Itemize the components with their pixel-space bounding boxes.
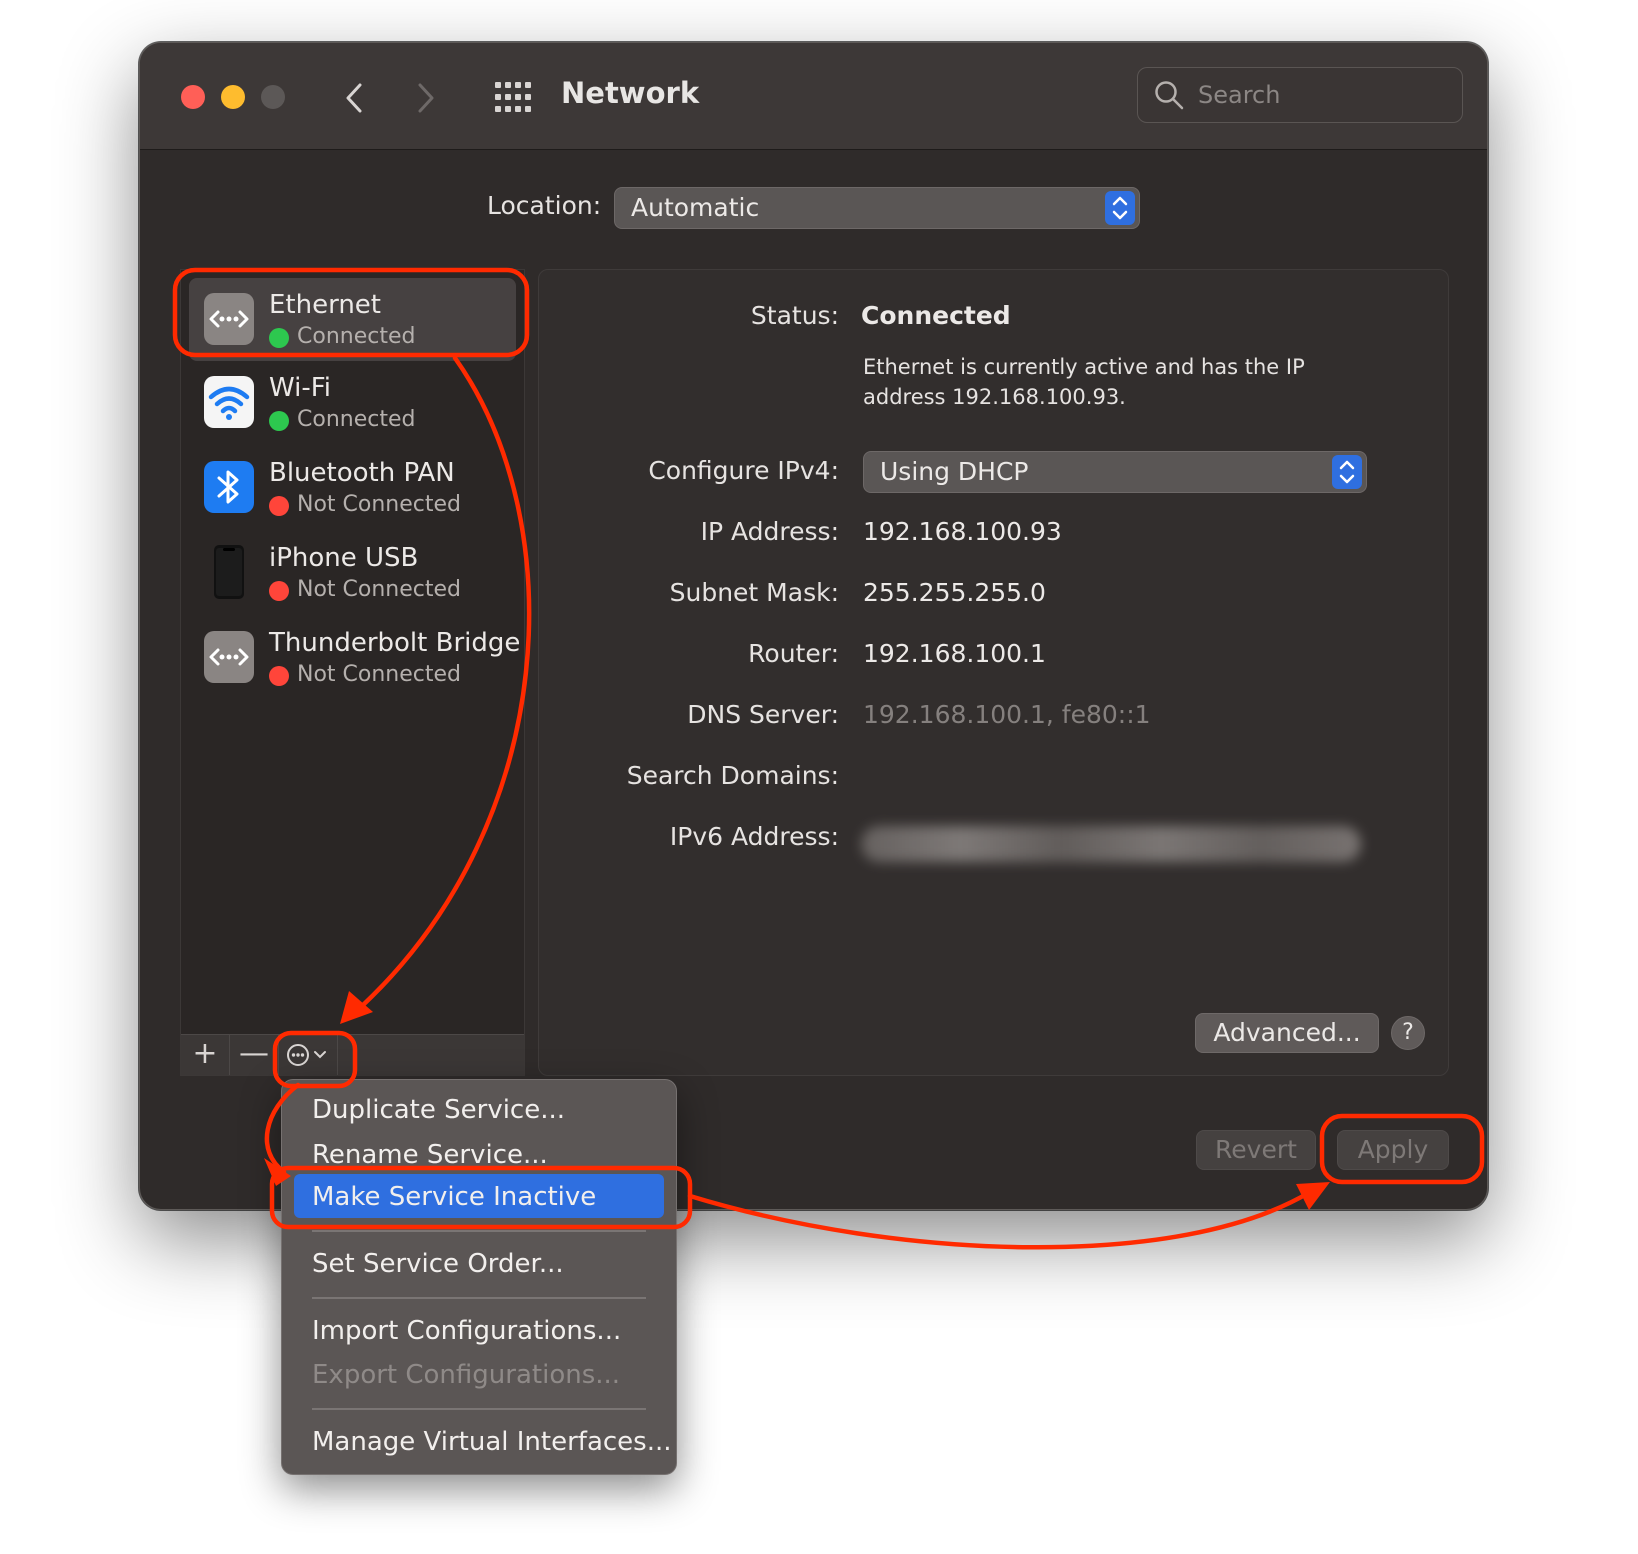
zoom-button[interactable] [261,85,285,109]
menu-separator [312,1230,646,1232]
back-chevron-icon[interactable] [340,81,370,115]
status-label: Status: [750,301,839,330]
service-item-wifi[interactable]: Wi-Fi Connected [181,361,524,444]
iphone-icon [214,545,244,599]
status-dot [269,581,289,601]
status-dot [269,328,289,348]
network-preferences-window: Network Search Location: Automatic Ether… [139,42,1488,1210]
configure-ipv4-popup[interactable]: Using DHCP [863,451,1367,493]
status-description: Ethernet is currently active and has the… [863,355,1305,409]
ip-address-label: IP Address: [700,517,839,546]
search-field[interactable]: Search [1137,67,1463,123]
service-item-ethernet[interactable]: Ethernet Connected [189,278,516,361]
remove-service-button[interactable]: — [230,1035,279,1075]
service-item-thunderbolt-bridge[interactable]: Thunderbolt Bridge Not Connected [181,616,524,699]
menu-item-manage-virtual-interfaces[interactable]: Manage Virtual Interfaces... [312,1427,672,1457]
ellipsis-circle-icon [287,1044,326,1066]
service-name: Bluetooth PAN [269,458,455,488]
service-list: Ethernet Connected Wi-Fi Connected Bluet… [180,269,525,1076]
menu-item-duplicate-service[interactable]: Duplicate Service... [312,1095,565,1125]
titlebar: Network Search [140,43,1487,150]
subnet-mask-value: 255.255.255.0 [863,578,1046,607]
thunderbolt-bridge-icon [204,631,254,683]
menu-item-export-configurations: Export Configurations... [312,1360,621,1390]
search-domains-label: Search Domains: [626,761,839,790]
ethernet-icon [204,293,254,345]
wifi-icon [204,376,254,428]
router-value: 192.168.100.1 [863,639,1046,668]
action-dropdown-menu: Duplicate Service... Rename Service... M… [281,1079,677,1475]
service-name: Thunderbolt Bridge [269,628,521,658]
forward-chevron-icon[interactable] [410,81,440,115]
service-name: iPhone USB [269,543,419,573]
status-dot [269,411,289,431]
search-placeholder: Search [1198,81,1281,109]
service-status: Not Connected [297,492,462,517]
location-label: Location: [487,191,602,220]
advanced-button[interactable]: Advanced... [1195,1013,1379,1053]
status-dot [269,666,289,686]
location-value: Automatic [631,193,760,222]
menu-item-rename-service[interactable]: Rename Service... [312,1140,548,1170]
action-menu-button[interactable] [279,1035,338,1075]
service-list-toolbar: + — [181,1034,524,1075]
service-item-bluetooth-pan[interactable]: Bluetooth PAN Not Connected [181,446,524,529]
close-button[interactable] [181,85,205,109]
menu-item-import-configurations[interactable]: Import Configurations... [312,1316,621,1346]
menu-item-set-service-order[interactable]: Set Service Order... [312,1249,564,1279]
ipv6-address-label: IPv6 Address: [669,822,839,851]
help-button[interactable]: ? [1391,1016,1425,1050]
search-icon [1155,81,1184,110]
service-status: Connected [297,324,416,349]
ip-address-value: 192.168.100.93 [863,517,1062,546]
status-dot [269,496,289,516]
show-all-grid-icon[interactable] [495,82,531,112]
configure-ipv4-value: Using DHCP [880,457,1029,486]
ipv6-address-value-blurred [861,826,1361,862]
location-popup[interactable]: Automatic [614,187,1140,229]
status-value: Connected [861,301,1011,330]
apply-button[interactable]: Apply [1337,1130,1449,1170]
window-title: Network [561,76,700,110]
service-status: Not Connected [297,577,462,602]
updown-chevron-icon [1332,455,1362,489]
revert-button[interactable]: Revert [1196,1130,1316,1170]
configure-ipv4-label: Configure IPv4: [648,456,839,485]
subnet-mask-label: Subnet Mask: [669,578,839,607]
bluetooth-icon [204,461,254,513]
service-status: Not Connected [297,662,462,687]
router-label: Router: [748,639,839,668]
minimize-button[interactable] [221,85,245,109]
dns-server-value: 192.168.100.1, fe80::1 [863,700,1151,729]
menu-item-make-service-inactive[interactable]: Make Service Inactive [312,1182,596,1212]
service-name: Ethernet [269,290,381,320]
service-details-panel: Status: Connected Ethernet is currently … [538,269,1449,1076]
service-name: Wi-Fi [269,373,332,403]
updown-chevron-icon [1105,191,1135,225]
service-status: Connected [297,407,416,432]
menu-separator [312,1297,646,1299]
service-item-iphone-usb[interactable]: iPhone USB Not Connected [181,531,524,614]
dns-server-label: DNS Server: [687,700,839,729]
add-service-button[interactable]: + [181,1035,230,1075]
menu-separator [312,1408,646,1410]
